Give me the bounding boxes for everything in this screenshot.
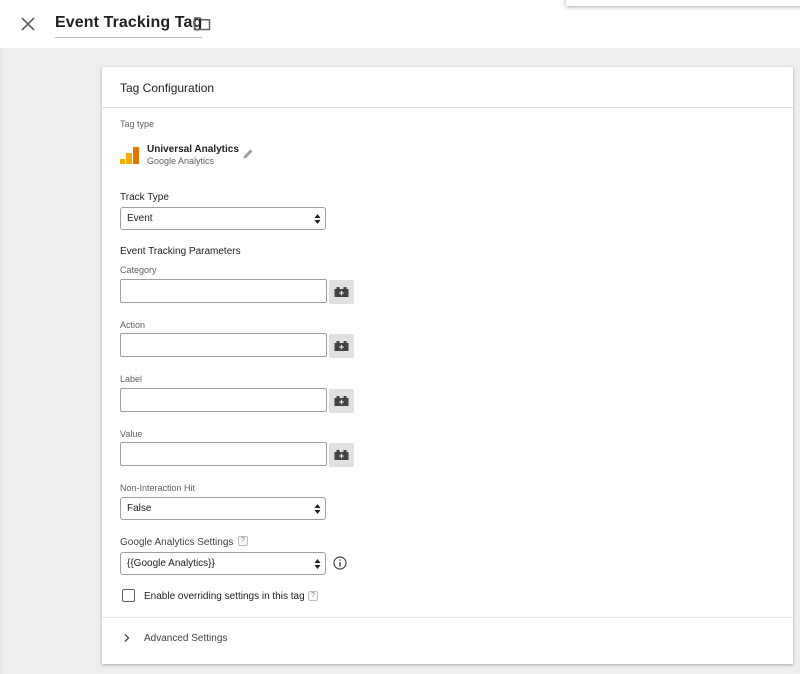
ga-settings-value: {{Google Analytics}} (127, 558, 215, 569)
logo-bar-tall (133, 147, 139, 164)
override-help-icon[interactable]: ? (308, 591, 318, 601)
top-bar: Event Tracking Tag (0, 0, 800, 48)
ga-settings-info-button[interactable] (333, 556, 347, 570)
value-label: Value (120, 429, 143, 439)
left-rail (0, 48, 2, 674)
value-variable-button[interactable] (329, 443, 354, 467)
folder-button[interactable] (193, 16, 211, 32)
action-variable-button[interactable] (329, 334, 354, 358)
add-variable-icon (334, 287, 349, 297)
close-icon (21, 17, 35, 31)
edit-tag-type-button[interactable] (242, 147, 254, 159)
select-arrows-icon (314, 504, 321, 514)
add-variable-icon (334, 396, 349, 406)
non-interaction-label: Non-Interaction Hit (120, 483, 196, 493)
label-label: Label (120, 374, 143, 384)
card-title: Tag Configuration (120, 81, 215, 95)
logo-bar-small (120, 159, 125, 164)
card-header: Tag Configuration (102, 67, 793, 108)
advanced-settings-label: Advanced Settings (144, 633, 228, 644)
ga-settings-label: Google Analytics Settings (120, 537, 234, 548)
tag-name-field[interactable]: Event Tracking Tag (55, 14, 203, 38)
universal-analytics-logo-icon (120, 147, 139, 164)
non-interaction-select[interactable]: False (120, 497, 326, 520)
dropdown-panel-edge (566, 0, 800, 6)
action-label: Action (120, 320, 146, 330)
tag-type-vendor: Google Analytics (147, 156, 215, 166)
logo-bar-medium (126, 153, 132, 164)
track-type-select[interactable]: Event (120, 207, 326, 230)
folder-icon (193, 17, 211, 31)
non-interaction-value: False (127, 503, 152, 514)
add-variable-icon (334, 341, 349, 351)
tag-configuration-card: Tag Configuration Tag type Universal Ana… (102, 67, 793, 664)
value-input[interactable] (120, 442, 327, 466)
category-variable-button[interactable] (329, 280, 354, 304)
info-icon (333, 556, 347, 570)
ga-settings-help-icon[interactable]: ? (238, 536, 248, 546)
action-input[interactable] (120, 333, 327, 357)
label-variable-button[interactable] (329, 389, 354, 413)
tag-type-label: Tag type (120, 119, 155, 129)
override-settings-label: Enable overriding settings in this tag (144, 591, 305, 602)
category-label: Category (120, 265, 157, 275)
ga-settings-select[interactable]: {{Google Analytics}} (120, 552, 326, 575)
tag-type-name: Universal Analytics (147, 144, 239, 155)
category-input[interactable] (120, 279, 327, 303)
event-params-heading: Event Tracking Parameters (120, 246, 241, 257)
label-input[interactable] (120, 388, 327, 412)
section-divider (102, 617, 793, 618)
select-arrows-icon (314, 559, 321, 569)
chevron-right-icon (124, 634, 130, 642)
track-type-value: Event (127, 213, 153, 224)
close-button[interactable] (18, 14, 38, 34)
pencil-icon (243, 149, 253, 159)
track-type-label: Track Type (120, 192, 169, 203)
override-settings-checkbox[interactable] (122, 589, 135, 602)
add-variable-icon (334, 450, 349, 460)
select-arrows-icon (314, 214, 321, 224)
